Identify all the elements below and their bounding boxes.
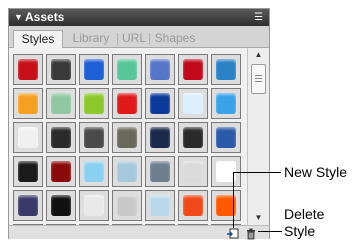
new-style-callout-line <box>233 172 281 173</box>
style-swatch-preview <box>51 59 71 80</box>
style-swatch[interactable] <box>13 122 43 153</box>
style-swatch-preview <box>216 127 236 148</box>
style-swatch[interactable] <box>112 88 142 119</box>
style-swatch-preview <box>150 195 170 216</box>
style-swatch[interactable] <box>211 122 241 153</box>
vertical-scrollbar[interactable]: ▲ ▼ <box>247 48 269 225</box>
style-swatch[interactable] <box>211 54 241 85</box>
style-swatch-preview <box>18 93 38 114</box>
style-swatch[interactable] <box>112 122 142 153</box>
style-swatch[interactable] <box>145 190 175 221</box>
tab-divider <box>149 33 150 45</box>
style-swatch[interactable] <box>46 88 76 119</box>
style-swatch-preview <box>18 59 38 80</box>
style-swatch-preview <box>117 195 137 216</box>
style-swatch-preview <box>150 59 170 80</box>
style-swatch-preview <box>51 93 71 114</box>
style-swatch-preview <box>150 161 170 182</box>
style-swatch-preview <box>183 195 203 216</box>
tab-shapes[interactable]: Shapes <box>151 30 199 48</box>
panel-footer <box>9 225 269 240</box>
style-swatch-preview <box>117 161 137 182</box>
style-swatch-preview <box>84 59 104 80</box>
tab-library[interactable]: Library <box>65 30 117 48</box>
style-swatch[interactable] <box>211 190 241 221</box>
new-style-icon[interactable] <box>226 227 240 240</box>
style-swatch[interactable] <box>178 88 208 119</box>
style-swatch[interactable] <box>178 156 208 187</box>
style-swatch-preview <box>18 161 38 182</box>
style-swatch[interactable] <box>46 54 76 85</box>
assets-panel: ▼ Assets ☰ Styles Library URL Shapes ▲ ▼ <box>8 8 270 240</box>
style-swatch[interactable] <box>211 88 241 119</box>
panel-titlebar[interactable]: ▼ Assets ☰ <box>9 9 269 26</box>
style-swatch[interactable] <box>13 54 43 85</box>
style-swatch-preview <box>18 195 38 216</box>
style-swatch-preview <box>183 161 203 182</box>
style-swatch[interactable] <box>46 156 76 187</box>
tab-divider <box>117 33 118 45</box>
style-swatch[interactable] <box>112 54 142 85</box>
panel-title: Assets <box>25 10 65 24</box>
style-swatch-preview <box>183 127 203 148</box>
style-swatch-preview <box>18 127 38 148</box>
style-swatch[interactable] <box>145 88 175 119</box>
new-style-callout-label: New Style <box>284 164 348 180</box>
style-swatch[interactable] <box>46 190 76 221</box>
style-swatch[interactable] <box>79 156 109 187</box>
style-swatch-preview <box>183 93 203 114</box>
scroll-thumb[interactable] <box>251 64 266 94</box>
style-swatch[interactable] <box>145 156 175 187</box>
style-swatch-preview <box>84 161 104 182</box>
style-swatch-preview <box>216 59 236 80</box>
style-swatch-preview <box>51 195 71 216</box>
style-swatch-preview <box>150 93 170 114</box>
style-swatch[interactable] <box>145 122 175 153</box>
style-swatch[interactable] <box>112 190 142 221</box>
style-swatch[interactable] <box>13 156 43 187</box>
style-swatch-preview <box>117 93 137 114</box>
style-swatch[interactable] <box>79 54 109 85</box>
style-swatch-preview <box>51 127 71 148</box>
style-swatch-preview <box>117 127 137 148</box>
style-swatch[interactable] <box>145 54 175 85</box>
trash-icon[interactable] <box>245 227 259 240</box>
styles-grid <box>9 48 247 225</box>
style-swatch-preview <box>183 59 203 80</box>
style-swatch[interactable] <box>79 88 109 119</box>
style-swatch-preview <box>150 127 170 148</box>
tab-bar: Styles Library URL Shapes <box>9 26 269 48</box>
style-swatch[interactable] <box>178 54 208 85</box>
style-swatch-preview <box>84 195 104 216</box>
collapse-arrow-icon[interactable]: ▼ <box>14 9 23 26</box>
scroll-down-icon[interactable]: ▼ <box>248 211 269 225</box>
style-swatch-preview <box>117 59 137 80</box>
tab-styles[interactable]: Styles <box>13 30 63 48</box>
style-swatch-preview <box>84 93 104 114</box>
delete-style-callout-label-1: Delete <box>284 206 325 222</box>
style-swatch[interactable] <box>178 190 208 221</box>
style-swatch-preview <box>84 127 104 148</box>
scroll-up-icon[interactable]: ▲ <box>248 48 269 62</box>
style-swatch[interactable] <box>13 190 43 221</box>
style-swatch[interactable] <box>46 122 76 153</box>
style-swatch[interactable] <box>112 156 142 187</box>
panel-menu-icon[interactable]: ☰ <box>254 9 263 26</box>
style-swatch[interactable] <box>79 122 109 153</box>
tab-url[interactable]: URL <box>119 30 149 48</box>
style-swatch-preview <box>51 161 71 182</box>
style-swatch[interactable] <box>13 88 43 119</box>
style-swatch[interactable] <box>79 190 109 221</box>
delete-style-callout-label-2: Style <box>284 223 316 239</box>
new-style-callout-leader <box>233 172 234 228</box>
delete-style-callout-line <box>258 231 282 232</box>
style-swatch-preview <box>216 93 236 114</box>
style-swatch[interactable] <box>178 122 208 153</box>
